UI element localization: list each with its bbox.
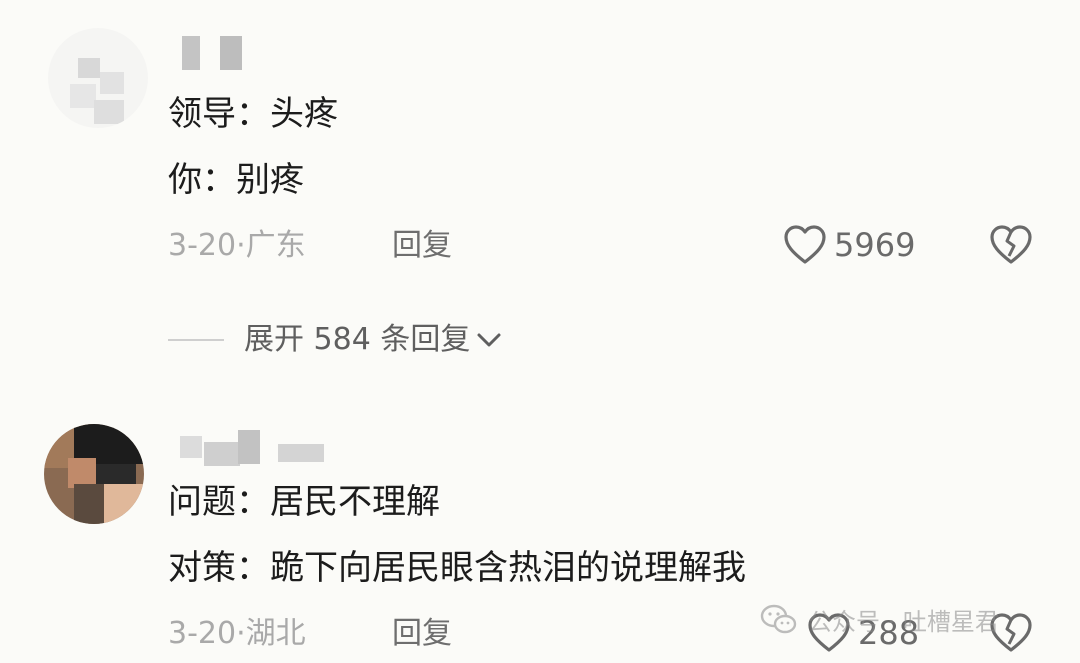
avatar[interactable] — [48, 28, 148, 128]
wechat-icon — [760, 604, 797, 633]
avatar[interactable] — [44, 424, 144, 524]
avatar-pixel — [94, 100, 124, 124]
expand-replies-label: 展开 584 条回复 — [244, 322, 471, 357]
comment-text-line: 问题：居民不理解 — [168, 482, 440, 522]
dislike-button[interactable] — [988, 224, 1034, 270]
avatar-pixel — [104, 484, 144, 524]
broken-heart-icon — [990, 225, 1032, 264]
comment-meta: 3-20·湖北 — [168, 616, 306, 651]
reply-button[interactable]: 回复 — [392, 228, 452, 264]
watermark: 公众号 · 吐槽星君 — [760, 602, 999, 637]
comment-text-line: 对策：跪下向居民眼含热泪的说理解我 — [168, 548, 746, 588]
like-count: 5969 — [834, 226, 916, 264]
avatar-pixel — [78, 58, 100, 78]
chevron-down-icon — [477, 333, 501, 347]
divider — [168, 339, 224, 341]
reply-button[interactable]: 回复 — [392, 616, 452, 652]
heart-outline-icon — [784, 225, 826, 264]
comment-text-line: 你：别疼 — [168, 160, 304, 200]
avatar-pixel — [70, 84, 96, 108]
avatar-pixel — [100, 72, 124, 94]
expand-replies-button[interactable]: 展开 584 条回复 — [168, 322, 502, 358]
like-button[interactable]: 5969 — [782, 224, 915, 266]
comment-text-line: 领导：头疼 — [168, 94, 338, 134]
watermark-text: 公众号 · 吐槽星君 — [808, 608, 999, 636]
avatar-pixel — [74, 484, 104, 524]
comment-meta: 3-20·广东 — [168, 228, 306, 263]
